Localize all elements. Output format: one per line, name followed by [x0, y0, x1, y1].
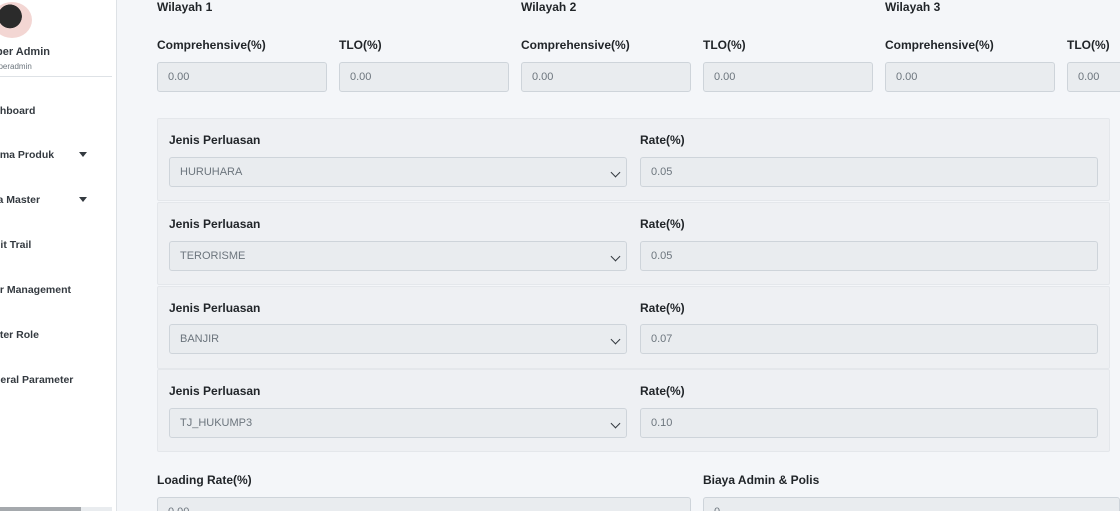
sidebar-item-dashboard[interactable]: shboard: [0, 103, 35, 119]
caret-down-icon[interactable]: [79, 152, 87, 157]
wilayah-1-tlo-input[interactable]: 0.00: [339, 62, 509, 92]
chevron-down-icon: [610, 251, 621, 262]
jenis-perluasan-select[interactable]: TERORISME: [169, 241, 627, 271]
user-name: per Admin: [0, 46, 50, 58]
sidebar-item-label: er Management: [0, 284, 72, 296]
wilayah-1-comprehensive-label: Comprehensive(%): [157, 38, 266, 52]
jenis-perluasan-value: BANJIR: [180, 333, 220, 345]
perluasan-panel: Jenis Perluasan HURUHARA Rate(%) 0.05: [157, 118, 1110, 201]
loading-rate-label: Loading Rate(%): [157, 473, 252, 487]
jenis-perluasan-select[interactable]: TJ_HUKUMP3: [169, 408, 627, 438]
sidebar-item-label: neral Parameter: [0, 374, 74, 386]
wilayah-3-comprehensive-label: Comprehensive(%): [885, 38, 994, 52]
rate-label: Rate(%): [640, 217, 685, 231]
sidebar-scrollbar[interactable]: [0, 507, 112, 511]
jenis-perluasan-select[interactable]: BANJIR: [169, 324, 627, 354]
perluasan-panel: Jenis Perluasan BANJIR Rate(%) 0.07: [157, 286, 1110, 369]
jenis-perluasan-select[interactable]: HURUHARA: [169, 157, 627, 187]
wilayah-3-title: Wilayah 3: [885, 0, 941, 14]
sidebar-item-audit-trail[interactable]: dit Trail: [0, 237, 31, 253]
sidebar-item-label: ta Master: [0, 194, 41, 206]
sidebar-item-label: ster Role: [0, 329, 39, 341]
wilayah-1-tlo-label: TLO(%): [339, 38, 382, 52]
jenis-perluasan-value: TJ_HUKUMP3: [180, 417, 253, 429]
biaya-admin-input[interactable]: 0: [703, 497, 1120, 511]
sidebar-item-label: ema Produk: [0, 149, 55, 161]
loading-rate-input[interactable]: 0.00: [157, 497, 691, 511]
biaya-admin-label: Biaya Admin & Polis: [703, 473, 820, 487]
caret-down-icon[interactable]: [79, 197, 87, 202]
wilayah-2-comprehensive-input[interactable]: 0.00: [521, 62, 691, 92]
jenis-perluasan-label: Jenis Perluasan: [169, 301, 261, 315]
wilayah-1-comprehensive-input[interactable]: 0.00: [157, 62, 327, 92]
wilayah-2-comprehensive-label: Comprehensive(%): [521, 38, 630, 52]
wilayah-2-title: Wilayah 2: [521, 0, 577, 14]
perluasan-panel: Jenis Perluasan TERORISME Rate(%) 0.05: [157, 202, 1110, 285]
wilayah-3-tlo-input[interactable]: 0.00: [1067, 62, 1120, 92]
rate-label: Rate(%): [640, 133, 685, 147]
wilayah-2-tlo-input[interactable]: 0.00: [703, 62, 873, 92]
sidebar-item-label: dit Trail: [0, 239, 32, 251]
sidebar-item-data-master[interactable]: ta Master: [0, 192, 40, 208]
wilayah-3-comprehensive-input[interactable]: 0.00: [885, 62, 1055, 92]
chevron-down-icon: [610, 167, 621, 178]
rate-input[interactable]: 0.05: [640, 241, 1098, 271]
sidebar-item-master-role[interactable]: ster Role: [0, 327, 39, 343]
sidebar-item-user-management[interactable]: er Management: [0, 282, 71, 298]
chevron-down-icon: [610, 334, 621, 345]
sidebar: per Admin uperadmin shboard ema Produk t…: [0, 0, 117, 511]
sidebar-item-general-parameter[interactable]: neral Parameter: [0, 372, 73, 388]
rate-label: Rate(%): [640, 301, 685, 315]
wilayah-2-tlo-label: TLO(%): [703, 38, 746, 52]
rate-label: Rate(%): [640, 384, 685, 398]
rate-input[interactable]: 0.07: [640, 324, 1098, 354]
sidebar-item-label: shboard: [0, 105, 36, 117]
scrollbar-thumb[interactable]: [0, 507, 81, 511]
wilayah-1-title: Wilayah 1: [157, 0, 213, 14]
jenis-perluasan-label: Jenis Perluasan: [169, 217, 261, 231]
sidebar-item-skema-produk[interactable]: ema Produk: [0, 147, 54, 163]
sidebar-divider: [0, 76, 112, 77]
rate-input[interactable]: 0.10: [640, 408, 1098, 438]
main-content: Wilayah 1 Comprehensive(%) 0.00 TLO(%) 0…: [117, 0, 1120, 511]
user-role: uperadmin: [0, 62, 32, 71]
jenis-perluasan-label: Jenis Perluasan: [169, 133, 261, 147]
jenis-perluasan-value: HURUHARA: [180, 166, 243, 178]
wilayah-3-tlo-label: TLO(%): [1067, 38, 1110, 52]
rate-input[interactable]: 0.05: [640, 157, 1098, 187]
perluasan-panel: Jenis Perluasan TJ_HUKUMP3 Rate(%) 0.10: [157, 369, 1110, 452]
chevron-down-icon: [610, 418, 621, 429]
jenis-perluasan-label: Jenis Perluasan: [169, 384, 261, 398]
jenis-perluasan-value: TERORISME: [180, 250, 246, 262]
avatar[interactable]: [0, 2, 32, 38]
